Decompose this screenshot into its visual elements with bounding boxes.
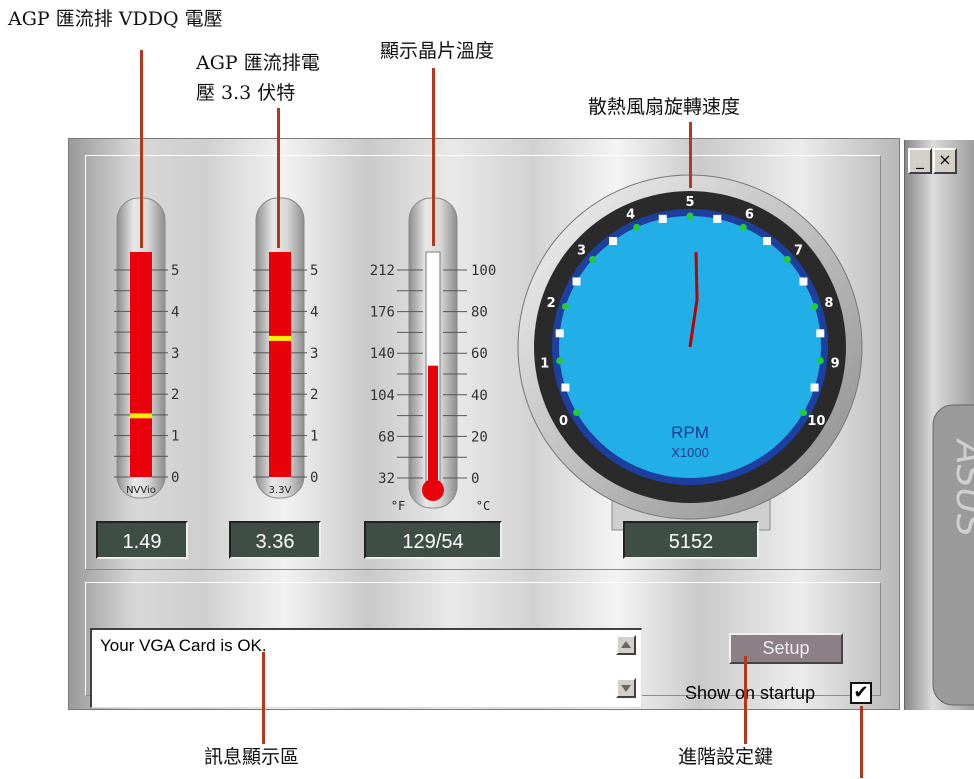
vddq-meter: NVVio 5 4 3 2 1 0 bbox=[114, 197, 179, 499]
show-on-startup-checkbox[interactable]: ✔ bbox=[850, 682, 872, 704]
temp-scale-c-label: 80 bbox=[471, 305, 488, 321]
dial-major-dot bbox=[783, 255, 791, 263]
vddq-scale-label: 2 bbox=[171, 387, 179, 403]
dial-major-dot bbox=[561, 303, 569, 311]
dial-number: 0 bbox=[559, 414, 568, 429]
scroll-down-button[interactable] bbox=[616, 678, 636, 698]
vddq-scale-label: 3 bbox=[171, 346, 179, 362]
dial-minor-mark bbox=[572, 277, 581, 286]
dial-minor-mark bbox=[561, 383, 570, 392]
dial-minor-mark bbox=[713, 214, 722, 223]
callout-line-temp bbox=[432, 68, 435, 246]
show-on-startup-label: Show on startup bbox=[685, 683, 816, 703]
dial-minor-mark bbox=[762, 237, 771, 246]
temp-scale-f-label: 176 bbox=[370, 305, 395, 321]
dial-minor-mark bbox=[816, 329, 825, 338]
v33-meter: 3.3V 5 4 3 2 1 0 bbox=[253, 197, 318, 499]
vddq-label: NVVio bbox=[126, 485, 156, 496]
temp-scale-c-label: 0 bbox=[471, 471, 479, 487]
message-text: Your VGA Card is OK. bbox=[100, 636, 267, 655]
dial-major-dot bbox=[573, 409, 581, 416]
dial-major-dot bbox=[589, 255, 597, 263]
callout-line-vddq bbox=[140, 50, 143, 248]
dial-multiplier: X1000 bbox=[671, 445, 709, 460]
vddq-marker bbox=[130, 413, 152, 419]
dial-number: 6 bbox=[745, 208, 754, 223]
temp-readout: 129/54 bbox=[364, 521, 502, 559]
v33-scale-label: 5 bbox=[310, 263, 318, 279]
dial-minor-mark bbox=[799, 277, 808, 286]
dial-minor-mark bbox=[555, 329, 564, 338]
v33-marker bbox=[269, 335, 291, 341]
dial-major-dot bbox=[686, 212, 694, 220]
callout-line-fan bbox=[689, 122, 692, 188]
arrow-up-icon bbox=[621, 641, 631, 648]
callout-line-v33 bbox=[277, 108, 280, 248]
message-box[interactable]: Your VGA Card is OK. bbox=[90, 628, 642, 708]
temp-scale-f-label: 68 bbox=[378, 429, 395, 445]
dial-number: 10 bbox=[807, 414, 825, 429]
dial-number: 5 bbox=[685, 195, 694, 210]
v33-scale-label: 3 bbox=[310, 346, 318, 362]
dial-major-dot bbox=[816, 357, 824, 365]
temp-scale-c-label: 100 bbox=[471, 263, 496, 279]
temp-scale-c-label: 60 bbox=[471, 346, 488, 362]
dial-number: 4 bbox=[626, 208, 635, 223]
v33-scale-label: 4 bbox=[310, 304, 318, 320]
unit-c: °C bbox=[476, 499, 490, 513]
fan-gauge: 0 1 2 3 4 5 6 7 8 9 10 RPM X1000 bbox=[517, 174, 863, 531]
vddq-readout: 1.49 bbox=[96, 521, 188, 559]
temp-scale-f: 212 176 140 104 68 32 bbox=[370, 263, 395, 487]
vddq-scale-label: 1 bbox=[171, 429, 179, 445]
fan-readout: 5152 bbox=[623, 521, 759, 559]
dial-number: 8 bbox=[824, 296, 833, 311]
v33-scale-label: 1 bbox=[310, 429, 318, 445]
dial-major-dot bbox=[556, 357, 564, 365]
dial-number: 1 bbox=[540, 356, 549, 371]
callout-line-message bbox=[262, 652, 265, 744]
callout-line-checkbox bbox=[860, 706, 863, 778]
dial-number: 3 bbox=[577, 243, 586, 258]
v33-label: 3.3V bbox=[269, 485, 292, 496]
v33-scale-label: 2 bbox=[310, 387, 318, 403]
vddq-bar bbox=[130, 252, 152, 477]
vddq-scale-label: 4 bbox=[171, 304, 179, 320]
scroll-up-button[interactable] bbox=[616, 635, 636, 655]
vddq-scale-label: 5 bbox=[171, 263, 179, 279]
dial-unit: RPM bbox=[671, 423, 709, 442]
dial-minor-mark bbox=[810, 383, 819, 392]
dial-major-dot bbox=[799, 409, 807, 416]
dial-number: 7 bbox=[794, 243, 803, 258]
vddq-scale: 5 4 3 2 1 0 bbox=[171, 263, 179, 486]
temp-scale-c: 100 80 60 40 20 0 bbox=[471, 263, 496, 487]
dial-major-dot bbox=[811, 303, 819, 311]
dial-major-dot bbox=[633, 223, 641, 231]
callout-line-setup bbox=[744, 656, 747, 744]
temp-scale-f-label: 32 bbox=[378, 471, 395, 487]
dial-number: 2 bbox=[547, 296, 556, 311]
temp-scale-c-label: 40 bbox=[471, 388, 488, 404]
v33-readout: 3.36 bbox=[229, 521, 321, 559]
dial-minor-mark bbox=[658, 214, 667, 223]
temp-scale-f-label: 140 bbox=[370, 346, 395, 362]
temp-scale-c-label: 20 bbox=[471, 429, 488, 445]
unit-f: °F bbox=[391, 499, 405, 513]
v33-bar bbox=[269, 252, 291, 477]
v33-scale-label: 0 bbox=[310, 470, 318, 486]
dial-minor-mark bbox=[609, 237, 618, 246]
vddq-scale-label: 0 bbox=[171, 470, 179, 486]
v33-scale: 5 4 3 2 1 0 bbox=[310, 263, 318, 486]
temp-bulb bbox=[422, 479, 444, 501]
temp-scale-f-label: 104 bbox=[370, 388, 395, 404]
dial-number: 9 bbox=[831, 356, 840, 371]
temp-fill bbox=[428, 365, 438, 485]
arrow-down-icon bbox=[621, 685, 631, 692]
dial-major-dot bbox=[739, 223, 747, 231]
temp-scale-f-label: 212 bbox=[370, 263, 395, 279]
